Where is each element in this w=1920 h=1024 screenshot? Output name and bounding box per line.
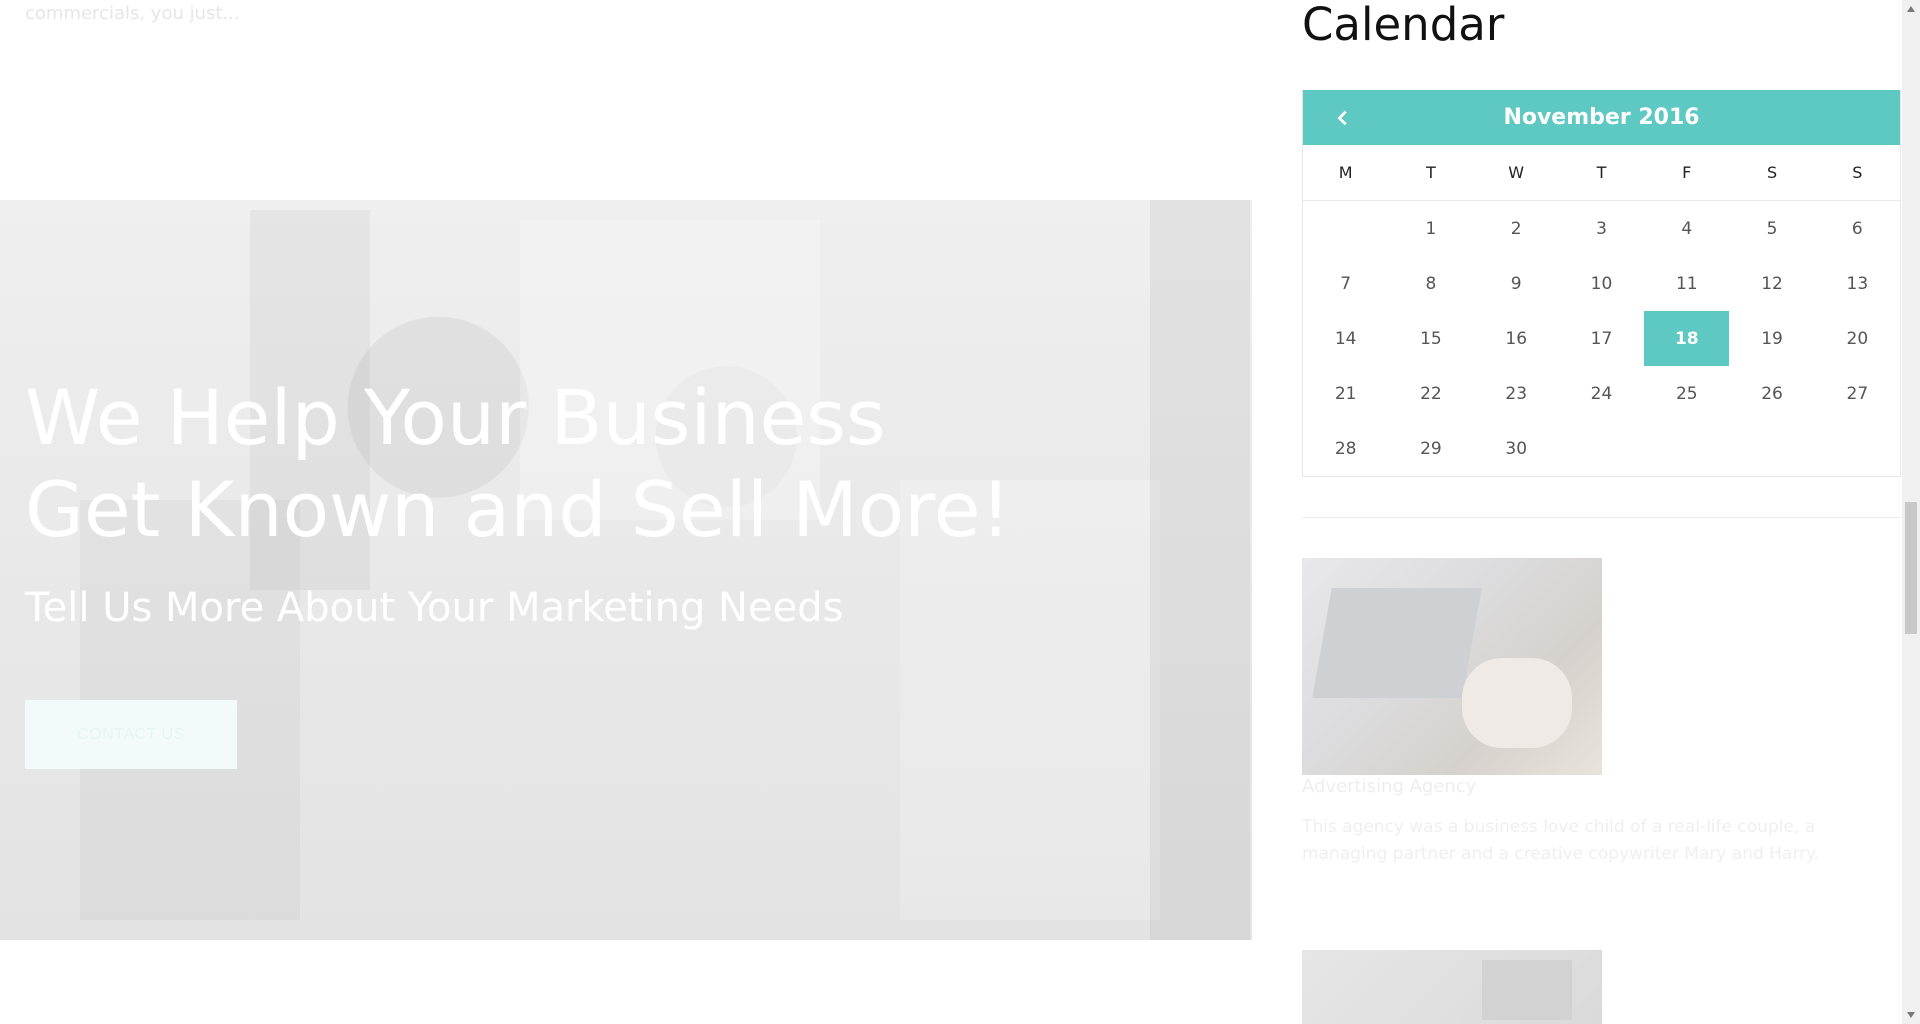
calendar-day[interactable]: 30 — [1474, 421, 1559, 476]
sidebar-divider — [1302, 517, 1901, 518]
hero-banner: We Help Your Business Get Known and Sell… — [0, 200, 1252, 940]
calendar-empty-cell — [1303, 201, 1388, 256]
calendar-weekday: S — [1814, 145, 1900, 201]
post-thumbnail[interactable] — [1302, 950, 1602, 1024]
calendar-empty-cell — [1729, 421, 1814, 476]
calendar-weekday: M — [1303, 145, 1389, 201]
calendar-day[interactable]: 5 — [1729, 201, 1814, 256]
scroll-down-button[interactable] — [1902, 1006, 1920, 1024]
post-title-link[interactable]: Advertising Agency — [1302, 776, 1476, 797]
calendar-empty-cell — [1559, 421, 1644, 476]
calendar-day[interactable]: 11 — [1644, 256, 1729, 311]
calendar-day[interactable]: 25 — [1644, 366, 1729, 421]
calendar-day[interactable]: 15 — [1388, 311, 1473, 366]
calendar-day[interactable]: 22 — [1388, 366, 1473, 421]
calendar-day[interactable]: 19 — [1729, 311, 1814, 366]
previous-month-button[interactable] — [1323, 90, 1363, 145]
calendar-day[interactable]: 10 — [1559, 256, 1644, 311]
calendar-weekday: S — [1729, 145, 1815, 201]
calendar-day[interactable]: 28 — [1303, 421, 1388, 476]
calendar-day[interactable]: 16 — [1474, 311, 1559, 366]
calendar-day-today[interactable]: 18 — [1644, 311, 1730, 366]
calendar-day[interactable]: 27 — [1815, 366, 1900, 421]
calendar-day[interactable]: 13 — [1815, 256, 1900, 311]
calendar-day[interactable]: 2 — [1474, 201, 1559, 256]
chevron-left-icon — [1337, 110, 1347, 125]
calendar-empty-cell — [1815, 421, 1900, 476]
scroll-up-button[interactable] — [1902, 0, 1920, 18]
contact-us-button[interactable]: CONTACT US — [25, 700, 237, 769]
calendar-day[interactable]: 23 — [1474, 366, 1559, 421]
post-excerpt-fragment: commercials, you just... — [25, 3, 240, 24]
calendar-month-label: November 2016 — [1503, 105, 1700, 130]
hand-image-shape — [1462, 658, 1572, 748]
calendar-weekday: T — [1388, 145, 1474, 201]
hero-title-line: We Help Your Business — [25, 373, 886, 462]
hero-subtitle: Tell Us More About Your Marketing Needs — [25, 585, 844, 631]
calendar-weekdays: MTWTFSS — [1303, 145, 1900, 201]
calendar-day[interactable]: 14 — [1303, 311, 1388, 366]
calendar-day[interactable]: 3 — [1559, 201, 1644, 256]
monitor-image-shape — [1482, 960, 1572, 1020]
calendar-empty-cell — [1644, 421, 1729, 476]
calendar-day[interactable]: 4 — [1644, 201, 1729, 256]
calendar-day[interactable]: 12 — [1729, 256, 1814, 311]
hero-photo-shape — [1150, 200, 1250, 940]
calendar-header: November 2016 — [1303, 90, 1900, 145]
calendar-weekday: T — [1558, 145, 1645, 201]
page-scrollbar[interactable] — [1902, 0, 1920, 1024]
post-thumbnail[interactable] — [1302, 558, 1602, 775]
calendar-widget: November 2016 MTWTFSS 1 2 3 4 5 6 7 8 9 10 11 12 13 1… — [1302, 90, 1901, 477]
calendar-day[interactable]: 7 — [1303, 256, 1388, 311]
calendar-weekday: W — [1473, 145, 1559, 201]
calendar-days: 1 2 3 4 5 6 7 8 9 10 11 12 13 14 15 16 17 18 19 20 21 22 23 24 2… — [1303, 201, 1900, 476]
calendar-day[interactable]: 8 — [1388, 256, 1473, 311]
calendar-day[interactable]: 9 — [1474, 256, 1559, 311]
hero-title: We Help Your Business Get Known and Sell… — [25, 372, 1175, 556]
caret-down-icon — [1907, 1012, 1915, 1018]
scrollbar-thumb[interactable] — [1905, 502, 1917, 634]
calendar-day[interactable]: 17 — [1559, 311, 1644, 366]
calendar-day[interactable]: 1 — [1388, 201, 1473, 256]
post-excerpt: This agency was a business love child of… — [1302, 817, 1820, 864]
calendar-day[interactable]: 21 — [1303, 366, 1388, 421]
calendar-heading: Calendar — [1302, 0, 1505, 51]
laptop-image-shape — [1312, 588, 1482, 698]
calendar-day[interactable]: 6 — [1815, 201, 1900, 256]
calendar-day[interactable]: 20 — [1815, 311, 1900, 366]
calendar-weekday: F — [1644, 145, 1730, 201]
calendar-day[interactable]: 29 — [1388, 421, 1473, 476]
caret-up-icon — [1907, 6, 1915, 12]
calendar-day[interactable]: 24 — [1559, 366, 1644, 421]
calendar-day[interactable]: 26 — [1729, 366, 1814, 421]
hero-title-line: Get Known and Sell More! — [25, 465, 1011, 554]
